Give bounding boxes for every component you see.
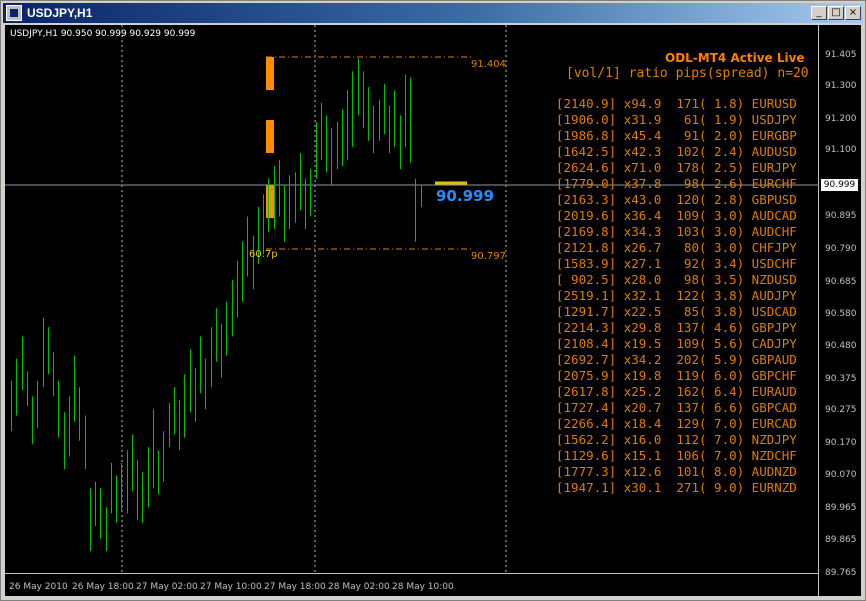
price-tick-label: 90.375 — [825, 374, 857, 384]
range-marker-bar — [266, 57, 274, 90]
current-price-display: 90.999 — [436, 187, 494, 205]
price-tick-label: 89.765 — [825, 568, 857, 578]
pair-stats-row: [1291.7] x22.5 85( 3.8) USDCAD — [556, 304, 797, 319]
price-tick-label: 89.865 — [825, 535, 857, 545]
symbol-info: USDJPY,H1 90.950 90.999 90.929 90.999 — [10, 29, 196, 39]
current-price-tag: 90.999 — [821, 179, 858, 191]
time-tick-label: 28 May 10:00 — [392, 582, 454, 592]
time-tick-label: 27 May 02:00 — [136, 582, 198, 592]
price-tick-label: 91.405 — [825, 50, 857, 60]
pair-stats-row: [2019.6] x36.4 109( 3.0) AUDCAD — [556, 208, 797, 223]
time-tick-label: 26 May 18:00 — [72, 582, 134, 592]
pair-stats-row: [1583.9] x27.1 92( 3.4) USDCHF — [556, 256, 797, 271]
pair-stats-row: [ 902.5] x28.0 98( 3.5) NZDUSD — [556, 272, 797, 287]
price-tick-label: 90.170 — [825, 438, 857, 448]
range-marker-bar — [266, 120, 274, 153]
time-axis[interactable]: 26 May 2010 26 May 18:00 27 May 02:00 27… — [5, 573, 818, 596]
price-tick-label: 89.965 — [825, 503, 857, 513]
time-tick-label: 27 May 10:00 — [200, 582, 262, 592]
price-tick-label: 90.275 — [825, 405, 857, 415]
price-tick-label: 90.480 — [825, 341, 857, 351]
pair-stats-row: [1727.4] x20.7 137( 6.6) GBPCAD — [556, 400, 797, 415]
chart-canvas[interactable]: USDJPY,H1 90.950 90.999 90.929 90.999 91… — [5, 25, 861, 596]
time-tick-label: 27 May 18:00 — [264, 582, 326, 592]
range-marker-bar — [266, 185, 274, 218]
price-tick-label: 90.070 — [825, 470, 857, 480]
pair-stats-row: [2121.8] x26.7 80( 3.0) CHFJPY — [556, 240, 797, 255]
pair-stats-row: [2214.3] x29.8 137( 4.6) GBPJPY — [556, 320, 797, 335]
close-button[interactable]: × — [845, 6, 861, 20]
price-tick-label: 91.300 — [825, 81, 857, 91]
time-tick-label: 28 May 02:00 — [328, 582, 390, 592]
range-high-label: 91.404 — [471, 59, 506, 70]
pair-stats-row: [2692.7] x34.2 202( 5.9) GBPAUD — [556, 352, 797, 367]
chart-window-icon[interactable] — [6, 5, 22, 21]
pair-stats-row: [2266.4] x18.4 129( 7.0) EURCAD — [556, 416, 797, 431]
minimize-button[interactable]: _ — [811, 6, 827, 20]
pair-stats-row: [2624.6] x71.0 178( 2.5) EURJPY — [556, 160, 797, 175]
pair-stats-row: [2169.8] x34.3 103( 3.0) AUDCHF — [556, 224, 797, 239]
pair-stats-row: [2519.1] x32.1 122( 3.8) AUDJPY — [556, 288, 797, 303]
pair-stats-row: [1562.2] x16.0 112( 7.0) NZDJPY — [556, 432, 797, 447]
maximize-button[interactable]: □ — [828, 6, 844, 20]
pair-stats-row: [1777.3] x12.6 101( 8.0) AUDNZD — [556, 464, 797, 479]
price-tick-label: 90.580 — [825, 309, 857, 319]
price-tick-label: 91.100 — [825, 145, 857, 155]
pair-stats-row: [2075.9] x19.8 119( 6.0) GBPCHF — [556, 368, 797, 383]
pair-stats-row: [1129.6] x15.1 106( 7.0) NZDCHF — [556, 448, 797, 463]
price-tick-label: 90.895 — [825, 211, 857, 221]
price-tick-label: 91.200 — [825, 114, 857, 124]
price-axis[interactable]: 91.405 91.300 91.200 91.100 90.999 90.89… — [818, 25, 861, 596]
pair-stats-row: [1642.5] x42.3 102( 2.4) AUDUSD — [556, 144, 797, 159]
ohlc-bars — [11, 58, 422, 552]
pair-stats-row: [2617.8] x25.2 162( 6.4) EURAUD — [556, 384, 797, 399]
title-bar[interactable]: USDJPY,H1 _ □ × — [3, 3, 863, 23]
price-tick-label: 90.685 — [825, 277, 857, 287]
pair-stats-row: [1947.1] x30.1 271( 9.0) EURNZD — [556, 480, 797, 495]
pair-stats-row: [1906.0] x31.9 61( 1.9) USDJPY — [556, 112, 797, 127]
pair-stats-row: [2140.9] x94.9 171( 1.8) EURUSD — [556, 96, 797, 111]
time-tick-label: 26 May 2010 — [9, 582, 68, 592]
chart-window: USDJPY,H1 _ □ × USDJPY,H1 90.950 90.999 … — [0, 0, 866, 601]
pair-stats-row: [1986.8] x45.4 91( 2.0) EURGBP — [556, 128, 797, 143]
range-low-label: 90.797 — [471, 251, 506, 262]
panel-title: ODL-MT4 Active Live — [665, 51, 805, 65]
range-pips-label: 60.7p — [249, 249, 278, 260]
pair-stats-row: [1779.0] x37.8 98( 2.6) EURCHF — [556, 176, 797, 191]
panel-header: [vol/1] ratio pips(spread) n=20 — [566, 66, 809, 81]
price-tick-label: 90.790 — [825, 244, 857, 254]
pair-stats-row: [2108.4] x19.5 109( 5.6) CADJPY — [556, 336, 797, 351]
pair-stats-row: [2163.3] x43.0 120( 2.8) GBPUSD — [556, 192, 797, 207]
window-title: USDJPY,H1 — [27, 6, 93, 20]
